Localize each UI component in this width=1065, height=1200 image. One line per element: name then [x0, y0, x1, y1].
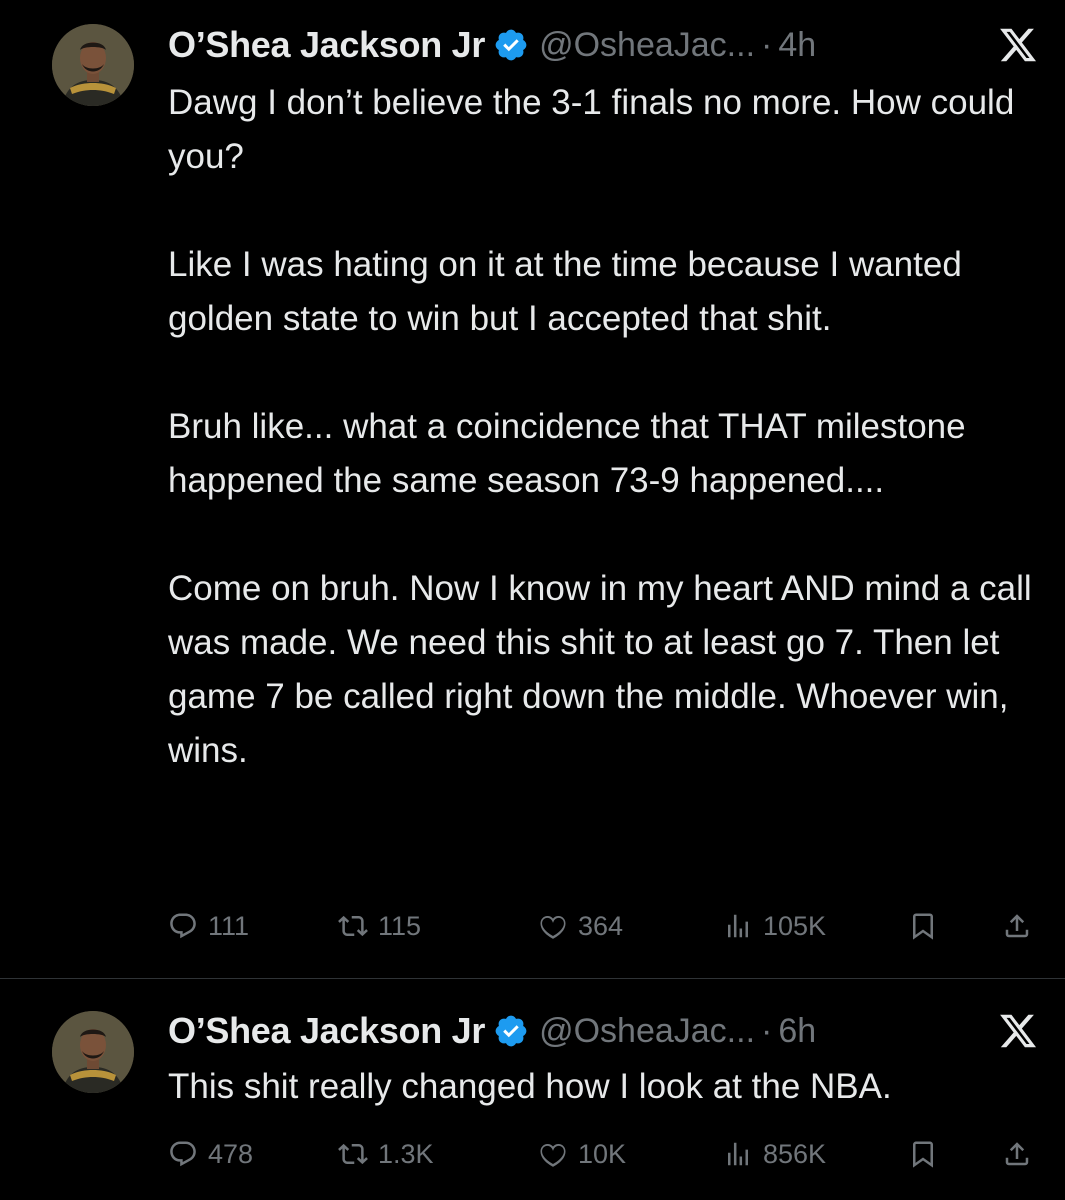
reply-icon: [170, 913, 196, 939]
repost-count: 115: [378, 910, 422, 941]
bookmark-button[interactable]: [908, 1134, 938, 1174]
avatar[interactable]: [52, 24, 134, 106]
bookmark-icon: [913, 913, 933, 940]
verified-badge-icon: [493, 27, 529, 63]
repost-count: 1.3K: [378, 1138, 434, 1169]
repost-icon: [338, 915, 368, 937]
repost-button[interactable]: 115: [338, 906, 421, 946]
tweet-paragraph: This shit really changed how I look at t…: [168, 1067, 892, 1106]
share-icon: [1005, 914, 1029, 938]
heart-icon: [540, 915, 566, 939]
timestamp[interactable]: 4h: [778, 26, 816, 65]
share-button[interactable]: [1002, 1134, 1032, 1174]
views-chart-icon: [728, 1142, 748, 1166]
tweet-paragraph: Come on bruh. Now I know in my heart AND…: [168, 569, 1032, 770]
tweet-divider: [0, 978, 1065, 979]
avatar[interactable]: [52, 1011, 134, 1093]
tweet-text: Dawg I don’t believe the 3-1 finals no m…: [168, 76, 1048, 778]
views-count: 856K: [763, 1138, 827, 1169]
tweet-paragraph: Bruh like... what a coincidence that THA…: [168, 407, 966, 500]
repost-icon: [338, 1143, 368, 1165]
tweet-paragraph: Dawg I don’t believe the 3-1 finals no m…: [168, 83, 1015, 176]
tweet-paragraph: Like I was hating on it at the time beca…: [168, 245, 962, 338]
tweet-header: O’Shea Jackson Jr @OsheaJac... · 6h: [168, 1006, 816, 1056]
heart-icon: [540, 1143, 566, 1167]
author-name[interactable]: O’Shea Jackson Jr: [168, 1010, 485, 1052]
share-button[interactable]: [1002, 906, 1032, 946]
bookmark-icon: [913, 1141, 933, 1168]
views-count: 105K: [763, 910, 827, 941]
tweet-actions: 111 115 364 105K: [168, 906, 1040, 946]
tweet-actions: 478 1.3K 10K 856K: [168, 1134, 1040, 1174]
verified-badge-icon: [493, 1013, 529, 1049]
repost-button[interactable]: 1.3K: [338, 1134, 434, 1174]
timestamp[interactable]: 6h: [778, 1012, 816, 1051]
separator-dot: ·: [761, 25, 773, 64]
views-button[interactable]: 105K: [723, 906, 826, 946]
x-logo-icon: [998, 1011, 1038, 1051]
reply-button[interactable]: 478: [168, 1134, 253, 1174]
bookmark-button[interactable]: [908, 906, 938, 946]
reply-count: 111: [208, 910, 250, 941]
x-logo-icon: [998, 25, 1038, 65]
tweet-text: This shit really changed how I look at t…: [168, 1060, 1048, 1114]
like-button[interactable]: 10K: [538, 1134, 626, 1174]
like-count: 364: [578, 910, 624, 941]
author-handle[interactable]: @OsheaJac...: [539, 1012, 755, 1051]
views-button[interactable]: 856K: [723, 1134, 826, 1174]
tweet-header: O’Shea Jackson Jr @OsheaJac... · 4h: [168, 20, 816, 70]
views-chart-icon: [728, 914, 748, 938]
author-handle[interactable]: @OsheaJac...: [539, 26, 755, 65]
reply-count: 478: [208, 1138, 254, 1169]
reply-button[interactable]: 111: [168, 906, 249, 946]
separator-dot: ·: [761, 1011, 773, 1050]
author-name[interactable]: O’Shea Jackson Jr: [168, 24, 485, 66]
reply-icon: [170, 1141, 196, 1167]
share-icon: [1005, 1142, 1029, 1166]
like-button[interactable]: 364: [538, 906, 623, 946]
like-count: 10K: [578, 1138, 627, 1169]
